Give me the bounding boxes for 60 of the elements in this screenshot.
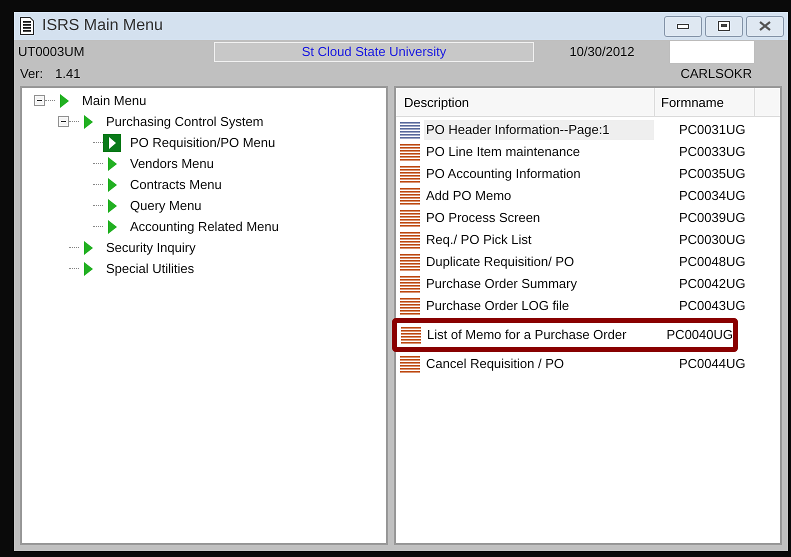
tree-item[interactable]: Query Menu bbox=[129, 196, 203, 216]
list-icon bbox=[401, 326, 421, 344]
description-cell[interactable]: Add PO Memo bbox=[424, 186, 654, 206]
formname-cell-text: PC0043UG bbox=[679, 297, 746, 316]
institution-field: St Cloud State University bbox=[214, 42, 534, 62]
collapse-icon[interactable] bbox=[58, 116, 69, 127]
description-cell[interactable]: Purchase Order LOG file bbox=[424, 296, 654, 316]
maximize-icon bbox=[718, 21, 730, 31]
maximize-button[interactable] bbox=[705, 16, 743, 36]
description-cell[interactable]: Req./ PO Pick List bbox=[424, 230, 654, 250]
close-button[interactable] bbox=[746, 16, 784, 36]
description-cell[interactable]: List of Memo for a Purchase Order bbox=[425, 325, 642, 345]
tree-item[interactable]: Purchasing Control System bbox=[105, 112, 265, 132]
description-cell[interactable]: PO Header Information--Page:1 bbox=[424, 120, 654, 140]
document-icon bbox=[20, 17, 34, 35]
formname-cell-text: PC0042UG bbox=[679, 275, 746, 294]
formname-cell-text: PC0034UG bbox=[679, 187, 746, 206]
version-label: Ver: bbox=[19, 65, 44, 84]
version-text: 1.41 bbox=[55, 65, 80, 84]
formname-cell-text: PC0033UG bbox=[679, 143, 746, 162]
window-title: ISRS Main Menu bbox=[42, 16, 163, 36]
formname-cell-text: PC0030UG bbox=[679, 231, 746, 250]
column-header[interactable]: Description bbox=[396, 88, 655, 116]
tree-item[interactable]: Security Inquiry bbox=[105, 238, 197, 258]
description-cell[interactable]: Duplicate Requisition/ PO bbox=[424, 252, 654, 272]
minimize-button[interactable] bbox=[664, 16, 702, 36]
tree-item[interactable]: Main Menu bbox=[81, 90, 148, 110]
description-cell[interactable]: PO Line Item maintenance bbox=[424, 142, 654, 162]
formname-cell-text: PC0035UG bbox=[679, 165, 746, 184]
list-icon bbox=[400, 209, 420, 227]
date-text: 10/30/2012 bbox=[568, 43, 636, 62]
list-icon bbox=[400, 121, 420, 139]
formname-cell-text: PC0039UG bbox=[679, 209, 746, 228]
description-cell[interactable]: Purchase Order Summary bbox=[424, 274, 654, 294]
column-header[interactable]: Formname bbox=[655, 88, 755, 116]
tree-item[interactable]: Contracts Menu bbox=[129, 174, 223, 194]
list-icon bbox=[400, 165, 420, 183]
list-icon bbox=[400, 355, 420, 373]
user-name: CARLSOKR bbox=[680, 65, 752, 84]
description-cell[interactable]: PO Accounting Information bbox=[424, 164, 654, 184]
formname-cell-text: PC0031UG bbox=[679, 121, 746, 140]
list-icon bbox=[400, 187, 420, 205]
formname-cell-text: PC0048UG bbox=[679, 253, 746, 272]
description-cell[interactable]: PO Process Screen bbox=[424, 208, 654, 228]
formname-cell-text: PC0040UG bbox=[666, 326, 733, 344]
list-icon bbox=[400, 143, 420, 161]
tree-item[interactable]: PO Requisition/PO Menu bbox=[129, 132, 276, 152]
list-icon bbox=[400, 275, 420, 293]
description-cell[interactable]: Cancel Requisition / PO bbox=[424, 354, 654, 374]
tree-item[interactable]: Vendors Menu bbox=[129, 154, 215, 174]
collapse-icon[interactable] bbox=[34, 95, 45, 106]
close-icon bbox=[758, 21, 772, 31]
form-id: UT0003UM bbox=[17, 43, 86, 62]
list-icon bbox=[400, 297, 420, 315]
tree-item[interactable]: Accounting Related Menu bbox=[129, 216, 280, 236]
list-icon bbox=[400, 253, 420, 271]
minimize-icon bbox=[677, 24, 689, 28]
list-icon bbox=[400, 231, 420, 249]
formname-cell-text: PC0044UG bbox=[679, 355, 746, 374]
tree-item[interactable]: Special Utilities bbox=[105, 258, 196, 278]
